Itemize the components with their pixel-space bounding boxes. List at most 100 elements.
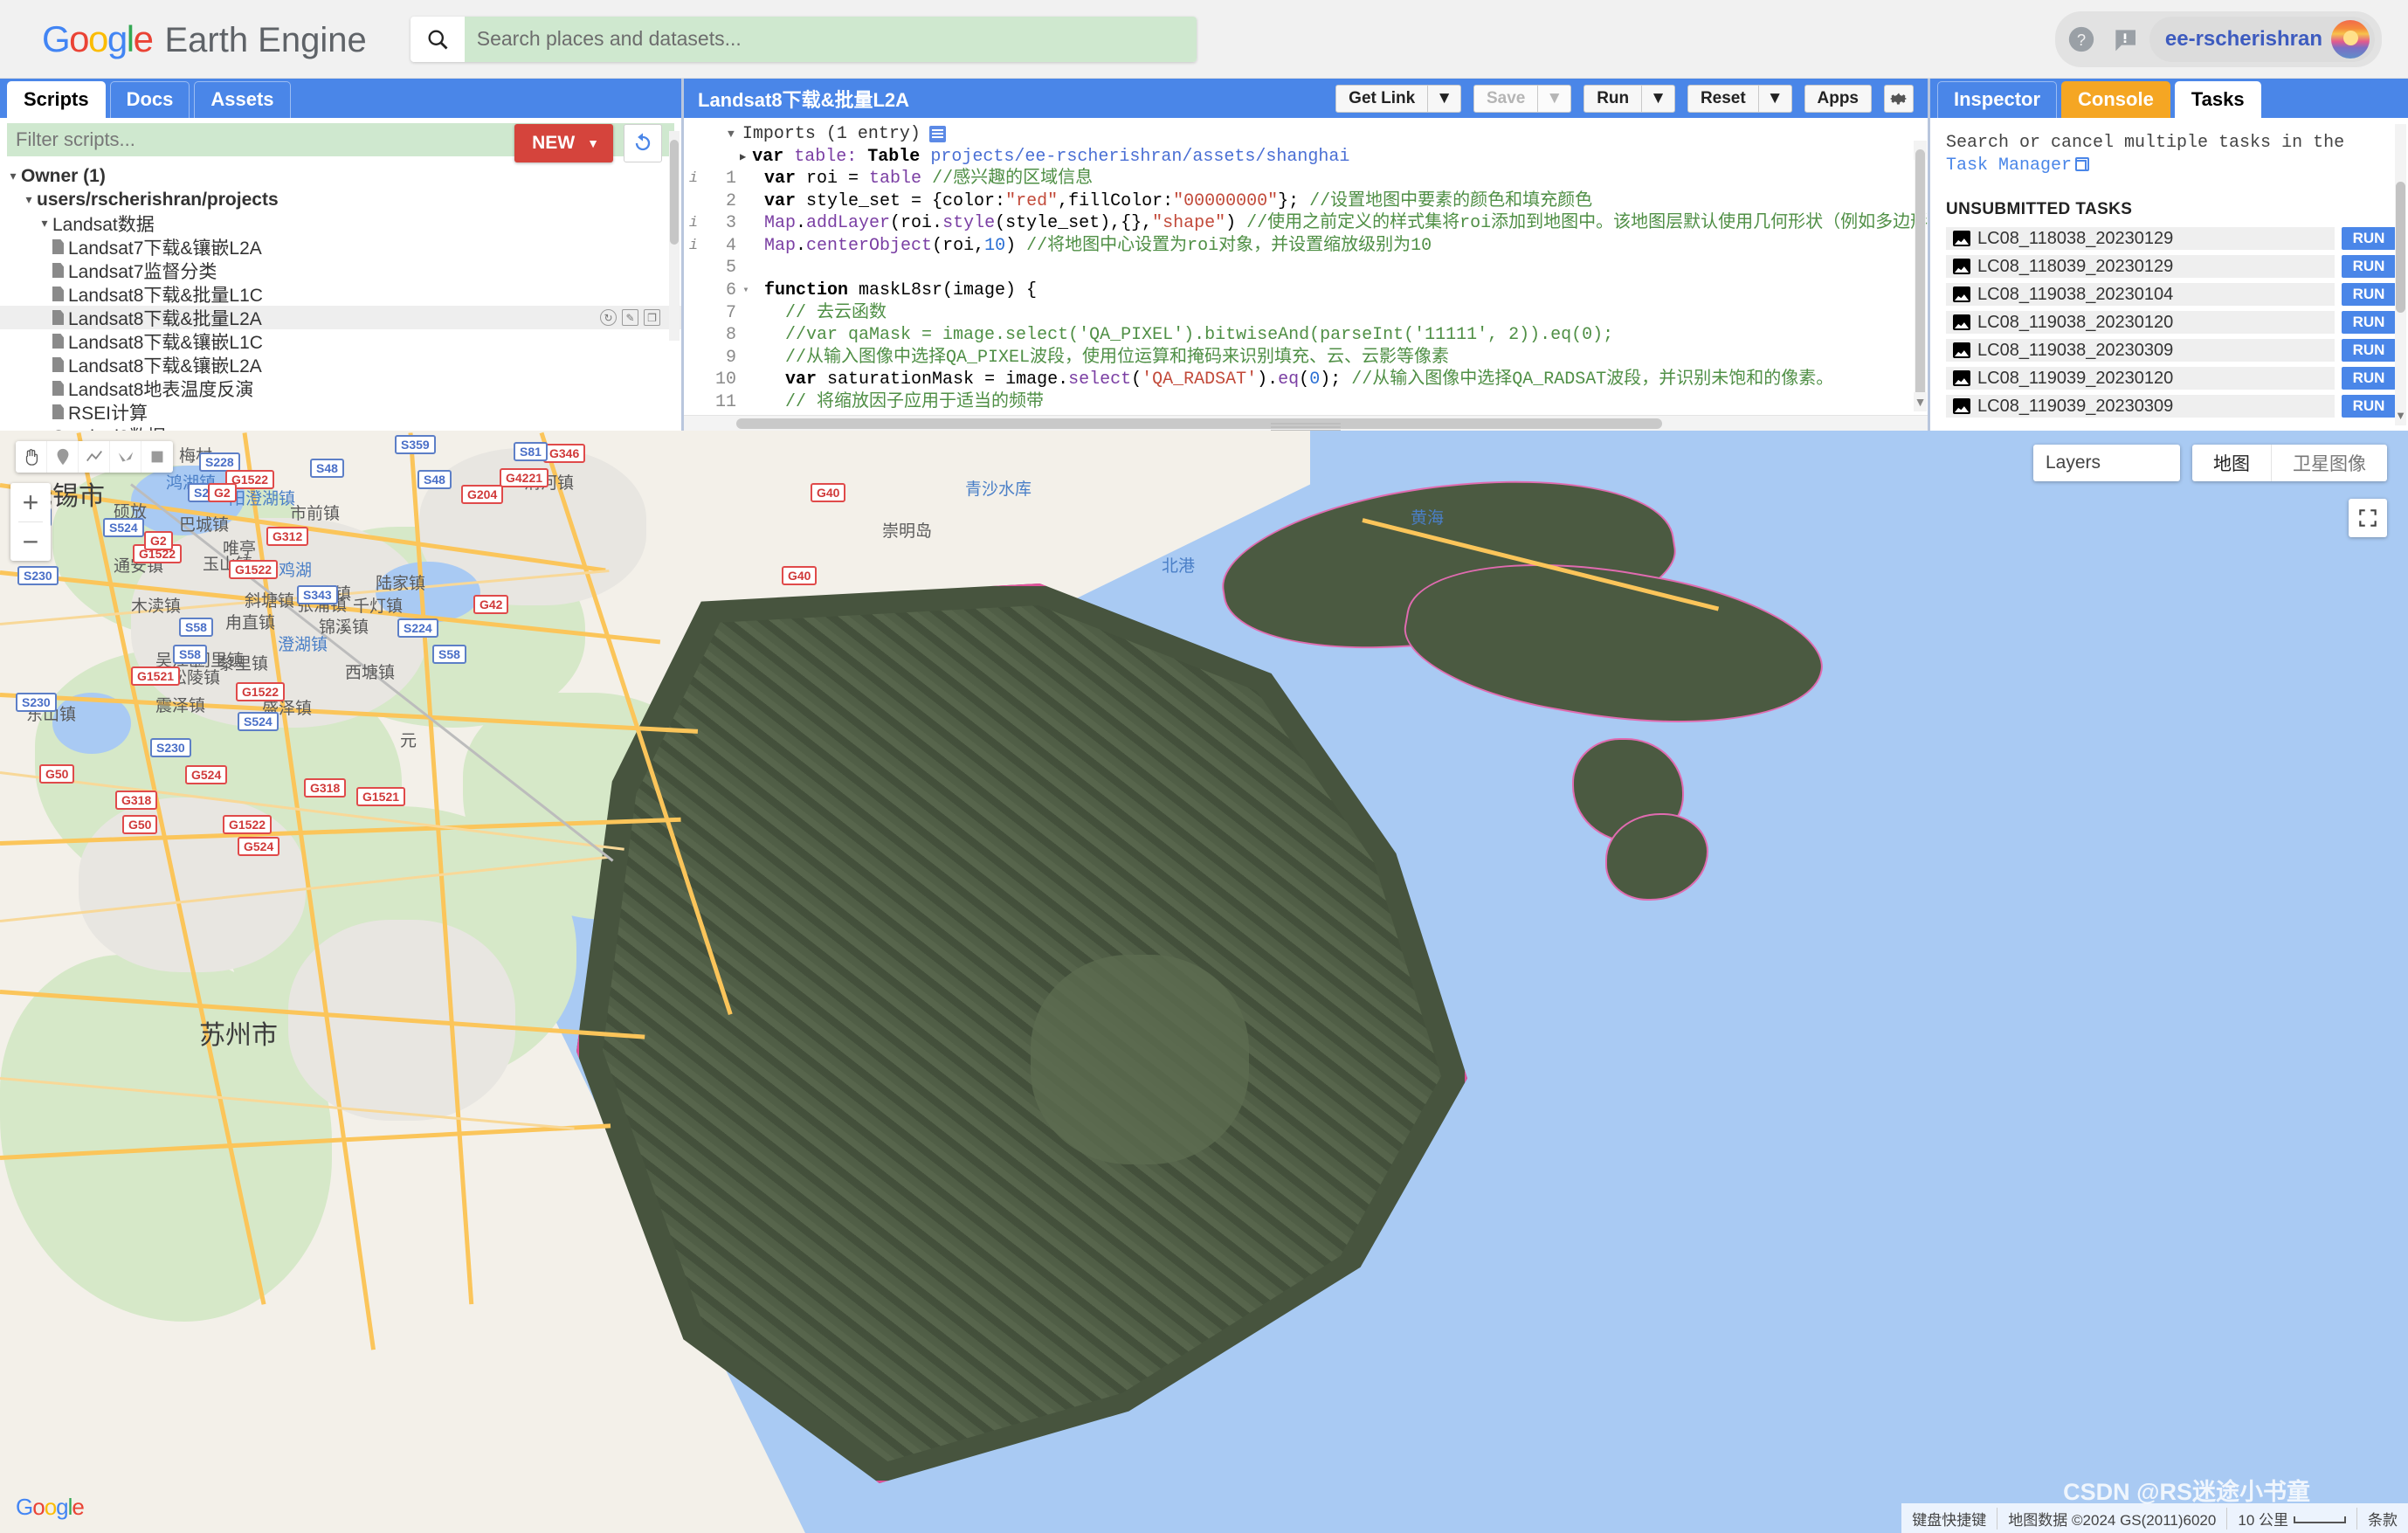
code-line[interactable]: i 3 Map.addLayer(roi.style(style_set),{},"… [684,212,1928,235]
new-script-button[interactable]: NEW ▼ [514,124,613,162]
script-tree-file[interactable]: Landsat7监督分类 [0,259,681,282]
polygon-icon[interactable] [110,441,141,473]
task-chip[interactable]: LC08_118038_20230129 [1946,227,2335,250]
run-button[interactable]: Run [1583,84,1643,113]
get-link-button[interactable]: Get Link [1335,84,1429,113]
script-tree-folder[interactable]: Owner (1) [0,164,681,188]
basemap-satellite-button[interactable]: 卫星图像 [2271,445,2387,481]
script-tree-folder[interactable]: Sentinel2数据 [0,424,681,432]
map-canvas[interactable]: 无锡市苏州市梅村鸿湖镇硕放阳澄湖镇巴城镇渭河镇玉山镇市前镇通安镇唯亭陆家镇周庄镇… [0,431,2408,1533]
task-chip[interactable]: LC08_119038_20230120 [1946,311,2335,334]
code-line[interactable]: 10 var saturationMask = image.select('QA… [684,369,1928,391]
task-chip[interactable]: LC08_119039_20230120 [1946,367,2335,390]
task-run-button[interactable]: RUN [2342,395,2396,418]
task-run-button[interactable]: RUN [2342,227,2396,250]
search-input[interactable] [464,16,1197,62]
line-info-icon[interactable]: i [684,168,703,190]
task-run-button[interactable]: RUN [2342,339,2396,362]
task-run-button[interactable]: RUN [2342,255,2396,278]
editor-vertical-scrollbar[interactable] [1915,142,1926,411]
task-chip[interactable]: LC08_119038_20230309 [1946,339,2335,362]
keyboard-shortcuts-link[interactable]: 键盘快捷键 [1901,1508,1997,1530]
fold-toggle-icon[interactable]: ▾ [740,280,752,302]
reset-button[interactable]: Reset [1687,84,1759,113]
task-run-button[interactable]: RUN [2342,367,2396,390]
external-link-icon[interactable] [2075,157,2090,171]
code-line[interactable]: i 1 var roi = table //感兴趣的区域信息 [684,168,1928,190]
feedback-icon[interactable] [2106,20,2144,59]
map-terms-link[interactable]: 条款 [2356,1507,2408,1530]
save-dropdown[interactable]: ▼ [1538,84,1572,113]
script-tree-folder[interactable]: Landsat数据 [0,211,681,235]
task-run-button[interactable]: RUN [2342,283,2396,306]
task-chip[interactable]: LC08_119039_20230309 [1946,395,2335,418]
scroll-down-arrow[interactable]: ▼ [1914,392,1927,411]
tab-inspector[interactable]: Inspector [1937,81,2058,118]
script-tree-file[interactable]: Landsat8下载&镶嵌L1C [0,329,681,353]
reset-dropdown[interactable]: ▼ [1758,84,1792,113]
chevron-down-icon[interactable] [37,216,52,231]
rectangle-icon[interactable] [141,441,173,473]
pan-hand-icon[interactable] [16,441,47,473]
imports-list-icon[interactable] [928,125,946,142]
history-icon[interactable]: ↻ [600,309,617,326]
script-tree-file[interactable]: Landsat8下载&批量L2A ↻ ✎ ❐ [0,306,681,329]
tab-console[interactable]: Console [2061,81,2170,118]
tab-scripts[interactable]: Scripts [7,81,106,118]
task-manager-link[interactable]: Task Manager [1946,155,2072,176]
script-tree-file[interactable]: Landsat8下载&镶嵌L2A [0,353,681,376]
run-dropdown[interactable]: ▼ [1642,84,1675,113]
zoom-in-button[interactable]: + [10,483,51,521]
edit-icon[interactable]: ✎ [622,309,638,326]
script-tree-folder[interactable]: users/rscherishran/projects [0,188,681,211]
task-chip[interactable]: LC08_118039_20230129 [1946,255,2335,278]
global-search[interactable] [410,16,1197,62]
code-line[interactable]: 8 //var qaMask = image.select('QA_PIXEL'… [684,324,1928,347]
scripts-scrollbar[interactable] [669,131,680,341]
line-info-icon[interactable]: i [684,235,703,258]
save-button[interactable]: Save [1473,84,1539,113]
line-icon[interactable] [79,441,110,473]
tasks-scroll-down[interactable]: ▼ [2394,406,2407,424]
code-line[interactable]: i 4 Map.centerObject(roi,10) //将地图中心设置为roi… [684,235,1928,258]
task-run-button[interactable]: RUN [2342,311,2396,334]
fullscreen-icon[interactable] [2349,499,2387,537]
tab-tasks[interactable]: Tasks [2174,81,2261,118]
refresh-icon[interactable] [624,124,662,162]
apps-button[interactable]: Apps [1804,84,1872,113]
import-entry-row[interactable]: ▶ var table: Table projects/ee-rscherish… [684,145,1928,168]
user-chip[interactable]: ee-rscherishran [2149,16,2375,62]
code-line[interactable]: 2 var style_set = {color:"red",fillColor:… [684,190,1928,213]
code-line[interactable]: 9 //从输入图像中选择QA_PIXEL波段，使用位运算和掩码来识别填充、云、云… [684,347,1928,369]
code-line[interactable]: 11 // 将缩放因子应用于适当的频带 [684,391,1928,414]
task-chip[interactable]: LC08_119038_20230104 [1946,283,2335,306]
script-tree-file[interactable]: RSEI计算 [0,400,681,424]
imports-header-row[interactable]: ▼ Imports (1 entry) [684,122,1928,145]
basemap-map-button[interactable]: 地图 [2192,445,2271,481]
chevron-down-icon[interactable] [5,169,21,183]
chevron-down-icon[interactable] [21,192,37,207]
line-info-icon[interactable]: i [684,212,703,235]
code-line[interactable]: 6 ▾ function maskL8sr(image) { [684,280,1928,302]
marker-icon[interactable] [47,441,79,473]
avatar[interactable] [2331,19,2370,59]
tasks-scrollbar[interactable] [2395,124,2406,425]
get-link-dropdown[interactable]: ▼ [1428,84,1461,113]
code-lines[interactable]: i 1 var roi = table //感兴趣的区域信息 2 var style_s… [684,168,1928,431]
code-line[interactable]: 7 // 去云函数 [684,302,1928,325]
gear-icon[interactable] [1884,84,1914,113]
help-icon[interactable]: ? [2062,20,2101,59]
tab-assets[interactable]: Assets [194,81,291,118]
layers-button[interactable]: Layers [2033,445,2180,481]
script-tree-label: Landsat数据 [52,214,155,235]
script-tree-file[interactable]: Landsat8下载&批量L1C [0,282,681,306]
script-tree-file[interactable]: Landsat7下载&镶嵌L2A [0,235,681,259]
tab-docs[interactable]: Docs [109,81,190,118]
map-viewport[interactable]: 无锡市苏州市梅村鸿湖镇硕放阳澄湖镇巴城镇渭河镇玉山镇市前镇通安镇唯亭陆家镇周庄镇… [0,431,2408,1533]
zoom-out-button[interactable]: − [10,522,51,561]
code-editor[interactable]: ▼ Imports (1 entry) ▶ var table: Table p… [684,118,1928,431]
copy-icon[interactable]: ❐ [644,309,660,326]
script-tree-file[interactable]: Landsat8地表温度反演 [0,376,681,400]
code-line[interactable]: 5 [684,257,1928,280]
panel-drag-handle[interactable] [1271,421,1341,431]
